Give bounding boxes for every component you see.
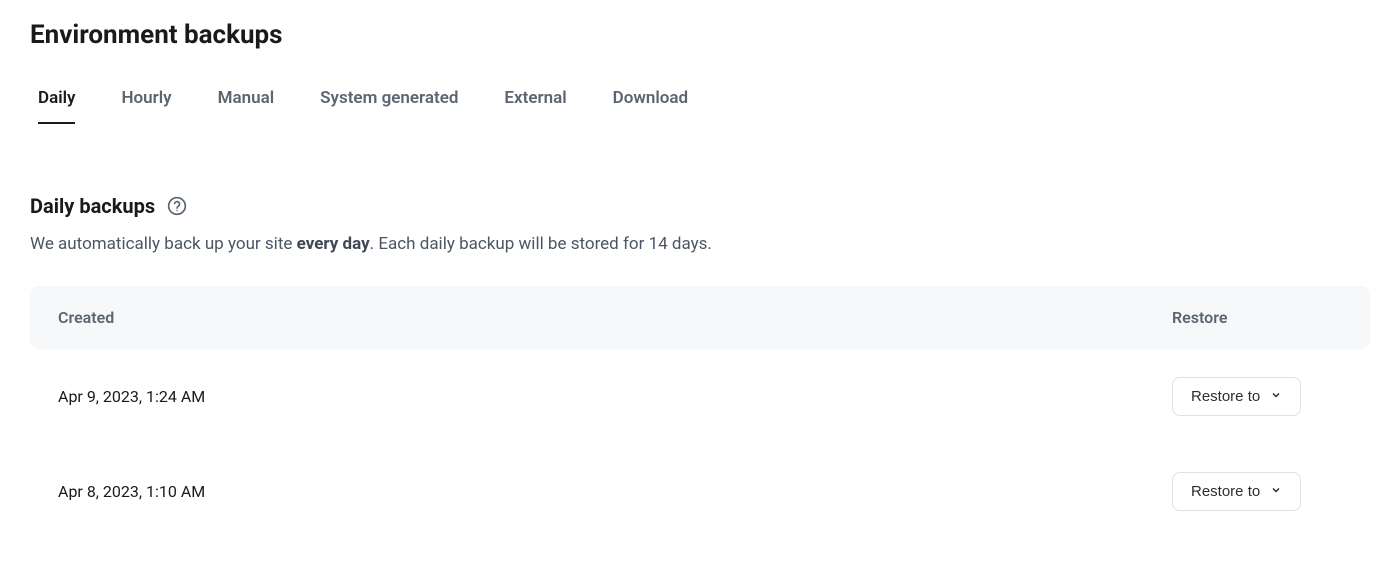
page-title: Environment backups <box>30 20 1370 50</box>
tab-hourly[interactable]: Hourly <box>121 88 171 124</box>
tab-download[interactable]: Download <box>613 88 688 124</box>
help-icon[interactable] <box>167 196 187 216</box>
table-row: Apr 9, 2023, 1:24 AM Restore to <box>30 349 1370 444</box>
restore-to-label: Restore to <box>1191 388 1260 405</box>
col-header-restore: Restore <box>1172 308 1342 327</box>
section-header: Daily backups <box>30 194 1370 218</box>
restore-to-label: Restore to <box>1191 483 1260 500</box>
cell-restore: Restore to <box>1172 377 1342 416</box>
description-bold: every day <box>297 234 370 254</box>
description-pre: We automatically back up your site <box>30 234 297 254</box>
restore-to-button[interactable]: Restore to <box>1172 377 1301 416</box>
tab-external[interactable]: External <box>504 88 566 124</box>
cell-created: Apr 8, 2023, 1:10 AM <box>58 482 1172 501</box>
cell-created: Apr 9, 2023, 1:24 AM <box>58 387 1172 406</box>
tab-list: Daily Hourly Manual System generated Ext… <box>30 88 1370 124</box>
table-row: Apr 8, 2023, 1:10 AM Restore to <box>30 444 1370 539</box>
tab-daily[interactable]: Daily <box>38 88 75 124</box>
col-header-created: Created <box>58 308 1172 327</box>
tab-system-generated[interactable]: System generated <box>320 88 458 124</box>
table-header: Created Restore <box>30 286 1370 349</box>
section-title: Daily backups <box>30 194 155 218</box>
cell-restore: Restore to <box>1172 472 1342 511</box>
backups-table: Created Restore Apr 9, 2023, 1:24 AM Res… <box>30 286 1370 539</box>
restore-to-button[interactable]: Restore to <box>1172 472 1301 511</box>
description-post: . Each daily backup will be stored for 1… <box>370 234 712 254</box>
section-description: We automatically back up your site every… <box>30 234 1370 254</box>
chevron-down-icon <box>1270 388 1282 405</box>
chevron-down-icon <box>1270 483 1282 500</box>
tab-manual[interactable]: Manual <box>218 88 275 124</box>
